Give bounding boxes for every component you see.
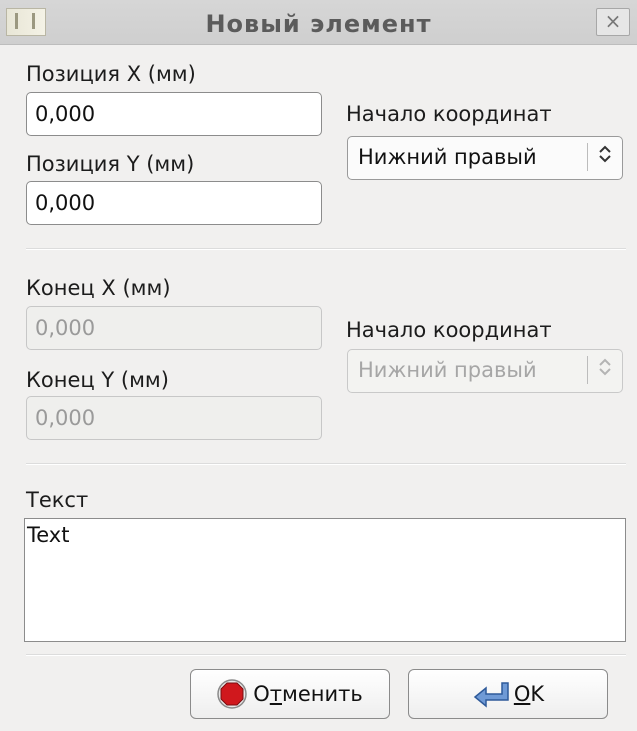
text-area[interactable]: Text — [24, 518, 626, 642]
end-origin-select[interactable]: Нижний правый — [347, 349, 623, 393]
text-label: Текст — [26, 488, 89, 512]
end-origin-label: Начало координат — [346, 318, 552, 342]
position-origin-select[interactable]: Нижний правый — [347, 136, 623, 180]
ok-label: OK — [513, 682, 545, 706]
end-y-input[interactable]: 0,000 — [26, 396, 322, 440]
window-title: Новый элемент — [205, 10, 432, 38]
position-x-label: Позиция X (мм) — [26, 62, 196, 86]
close-icon[interactable]: × — [596, 8, 630, 36]
position-y-input[interactable]: 0,000 — [26, 181, 322, 225]
enter-arrow-icon — [472, 680, 510, 708]
end-origin-value: Нижний правый — [358, 358, 537, 382]
updown-chevron-icon — [587, 356, 622, 384]
cancel-label: Отменить — [253, 682, 363, 706]
cancel-button[interactable]: Отменить — [190, 669, 390, 719]
separator-3 — [26, 654, 626, 656]
end-x-label: Конец X (мм) — [26, 276, 171, 300]
separator-2 — [26, 463, 626, 465]
end-y-label: Конец Y (мм) — [26, 368, 169, 392]
stop-icon — [217, 679, 247, 709]
position-y-label: Позиция Y (мм) — [26, 152, 195, 176]
end-x-input[interactable]: 0,000 — [26, 306, 322, 350]
ok-button[interactable]: OK — [408, 669, 608, 719]
position-origin-label: Начало координат — [346, 102, 552, 126]
separator-1 — [26, 248, 626, 250]
title-bar[interactable]: Новый элемент × — [0, 0, 637, 45]
updown-chevron-icon — [587, 143, 622, 171]
dialog-window: Новый элемент × Позиция X (мм) 0,000 Поз… — [0, 0, 637, 731]
position-x-input[interactable]: 0,000 — [26, 92, 322, 136]
position-origin-value: Нижний правый — [358, 145, 537, 169]
